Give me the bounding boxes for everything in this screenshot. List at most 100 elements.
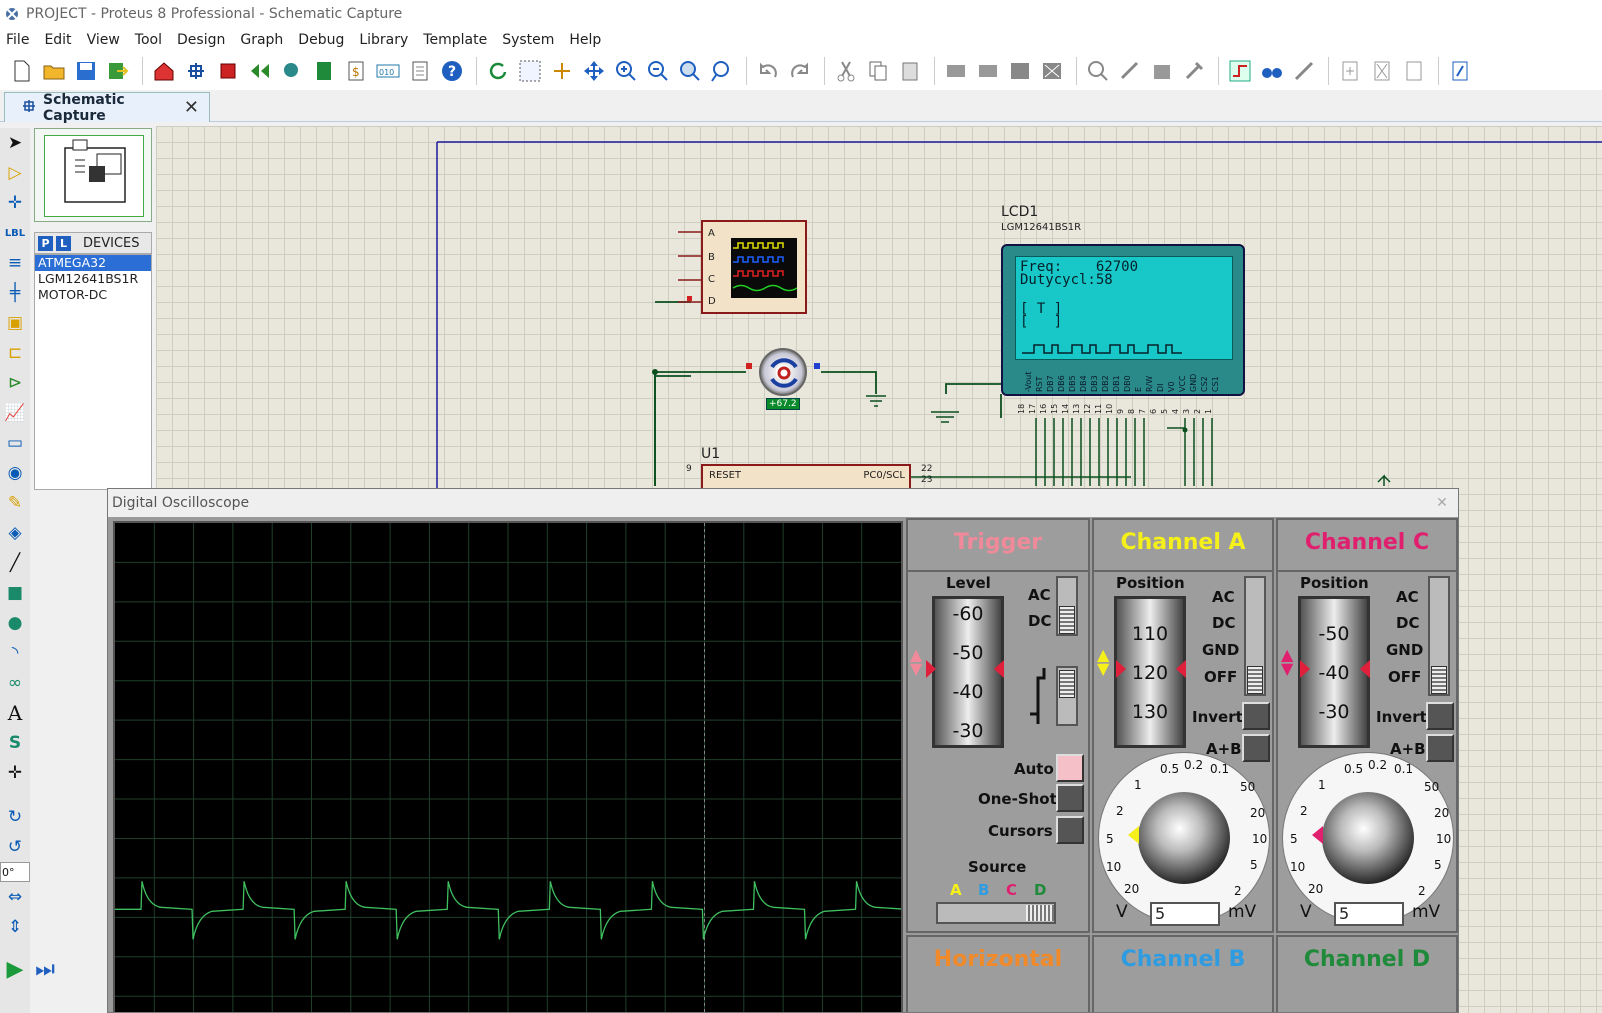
origin-icon[interactable]: [548, 57, 576, 85]
trigger-edge-switch[interactable]: [1056, 666, 1078, 726]
menu-graph[interactable]: Graph: [234, 32, 292, 48]
menu-file[interactable]: File: [0, 32, 38, 48]
library-manager-button[interactable]: L: [56, 235, 71, 251]
zoom-out-icon[interactable]: [644, 57, 672, 85]
exit-parent-icon[interactable]: [1400, 57, 1428, 85]
zoom-area-icon[interactable]: [708, 57, 736, 85]
generator-mode-icon[interactable]: ◉: [0, 458, 30, 488]
voltage-probe-icon[interactable]: ✎: [0, 488, 30, 518]
flip-vertical-icon[interactable]: ⇕: [0, 912, 30, 942]
oscilloscope-symbol[interactable]: A B C D: [701, 220, 807, 314]
tape-recorder-icon[interactable]: ▭: [0, 428, 30, 458]
terminals-icon[interactable]: ⊏: [0, 338, 30, 368]
cursors-toggle[interactable]: [1056, 816, 1084, 844]
graph-mode-icon[interactable]: 📈: [0, 398, 30, 428]
path-tool-icon[interactable]: ∞: [0, 668, 30, 698]
channel-a-volts-input[interactable]: 5: [1150, 902, 1220, 926]
trigger-coupling-switch[interactable]: [1056, 576, 1078, 636]
schematic-icon[interactable]: [182, 57, 210, 85]
packaging-tool-icon[interactable]: [1148, 57, 1176, 85]
component-mode-icon[interactable]: ▷: [0, 158, 30, 188]
redo-icon[interactable]: [786, 57, 814, 85]
refresh-icon[interactable]: [484, 57, 512, 85]
source-c[interactable]: C: [1006, 881, 1017, 899]
notes-icon[interactable]: [406, 57, 434, 85]
buses-icon[interactable]: ╪: [0, 278, 30, 308]
subcircuit-icon[interactable]: ▣: [0, 308, 30, 338]
source-d[interactable]: D: [1034, 881, 1046, 899]
tab-schematic-capture[interactable]: Schematic Capture ✕: [4, 92, 210, 124]
menu-debug[interactable]: Debug: [292, 32, 353, 48]
play-button[interactable]: ▶: [0, 954, 30, 984]
tab-close-button[interactable]: ✕: [184, 97, 199, 118]
device-pins-icon[interactable]: ⊳: [0, 368, 30, 398]
help-icon[interactable]: ?: [438, 57, 466, 85]
pick-devices-button[interactable]: P: [38, 235, 53, 251]
undo-icon[interactable]: [754, 57, 782, 85]
new-file-icon[interactable]: [8, 57, 36, 85]
block-rotate-icon[interactable]: [1006, 57, 1034, 85]
home-icon[interactable]: [150, 57, 178, 85]
rotation-angle-field[interactable]: 0°: [0, 862, 30, 882]
list-item[interactable]: MOTOR-DC: [35, 287, 151, 303]
menu-library[interactable]: Library: [353, 32, 417, 48]
source-b[interactable]: B: [978, 881, 989, 899]
auto-toggle[interactable]: [1056, 754, 1084, 782]
menu-system[interactable]: System: [496, 32, 563, 48]
block-delete-icon[interactable]: [1038, 57, 1066, 85]
block-copy-icon[interactable]: [942, 57, 970, 85]
grid-toggle-icon[interactable]: [516, 57, 544, 85]
level-adjust-arrows-icon[interactable]: ▲ ▼: [910, 647, 922, 677]
menu-edit[interactable]: Edit: [38, 32, 80, 48]
bom-icon[interactable]: [310, 57, 338, 85]
menu-tool[interactable]: Tool: [129, 32, 171, 48]
digital-oscilloscope-window[interactable]: Digital Oscilloscope ✕ Trigger Level -60…: [107, 488, 1459, 1013]
source-a[interactable]: A: [950, 881, 962, 899]
import-icon[interactable]: [104, 57, 132, 85]
scope-close-button[interactable]: ✕: [1432, 493, 1452, 513]
glcd-module[interactable]: Freq: 62700 Dutycycl:58 [ T ] [ ] -Vout R…: [1001, 244, 1245, 396]
paste-icon[interactable]: [896, 57, 924, 85]
make-device-icon[interactable]: [1116, 57, 1144, 85]
rotate-clockwise-icon[interactable]: ↻: [0, 802, 30, 832]
wire-label-icon[interactable]: LBL: [0, 218, 30, 248]
pan-icon[interactable]: [580, 57, 608, 85]
list-item[interactable]: LGM12641BS1R: [35, 271, 151, 287]
text-tool-icon[interactable]: A: [0, 698, 30, 728]
channel-c-coupling-switch[interactable]: [1428, 576, 1450, 696]
arc-tool-icon[interactable]: ◝: [0, 638, 30, 668]
line-tool-icon[interactable]: ╱: [0, 548, 30, 578]
position-adjust-arrows-icon[interactable]: ▲ ▼: [1097, 647, 1109, 677]
channel-c-invert-toggle[interactable]: [1426, 702, 1454, 730]
block-move-icon[interactable]: [974, 57, 1002, 85]
copy-icon[interactable]: [864, 57, 892, 85]
step-button[interactable]: ⏭: [30, 954, 60, 984]
gerber-icon[interactable]: [246, 57, 274, 85]
overview-window[interactable]: [34, 128, 152, 222]
remove-sheet-icon[interactable]: [1368, 57, 1396, 85]
electrical-rule-check-icon[interactable]: [1446, 57, 1474, 85]
box-tool-icon[interactable]: ■: [0, 578, 30, 608]
channel-c-volts-knob[interactable]: [1322, 792, 1414, 884]
channel-c-volts-input[interactable]: 5: [1334, 902, 1404, 926]
scope-title-bar[interactable]: Digital Oscilloscope: [108, 489, 1458, 517]
selection-mode-icon[interactable]: ➤: [0, 128, 30, 158]
channel-a-invert-toggle[interactable]: [1242, 702, 1270, 730]
pick-device-icon[interactable]: [1084, 57, 1112, 85]
cost-icon[interactable]: $: [342, 57, 370, 85]
symbol-tool-icon[interactable]: S: [0, 728, 30, 758]
menu-help[interactable]: Help: [563, 32, 610, 48]
save-icon[interactable]: [72, 57, 100, 85]
rotate-anticlockwise-icon[interactable]: ↺: [0, 832, 30, 862]
3d-viewer-icon[interactable]: [278, 57, 306, 85]
channel-a-volts-knob[interactable]: [1138, 792, 1230, 884]
zoom-all-icon[interactable]: [676, 57, 704, 85]
channel-c-plus-d-toggle[interactable]: [1426, 734, 1454, 762]
menu-template[interactable]: Template: [417, 32, 496, 48]
open-folder-icon[interactable]: [40, 57, 68, 85]
marker-tool-icon[interactable]: ✛: [0, 758, 30, 788]
decompose-icon[interactable]: [1180, 57, 1208, 85]
source-slider[interactable]: [936, 902, 1056, 924]
circle-tool-icon[interactable]: ●: [0, 608, 30, 638]
zoom-in-icon[interactable]: [612, 57, 640, 85]
